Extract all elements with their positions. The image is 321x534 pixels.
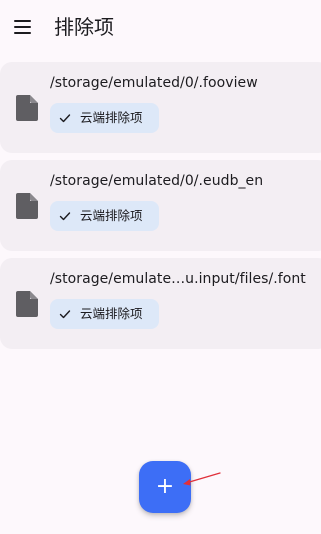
chip-label: 云端排除项 [80,110,143,125]
file-icon [16,291,38,317]
check-icon [59,114,71,123]
cloud-exclusion-chip[interactable]: 云端排除项 [50,201,159,231]
check-icon [59,310,71,319]
cloud-exclusion-chip[interactable]: 云端排除项 [50,103,159,133]
top-app-bar: 排除项 [0,0,321,56]
menu-icon-line [14,32,31,34]
file-icon [16,193,38,219]
menu-icon[interactable] [13,18,33,36]
page-title: 排除项 [54,15,114,39]
exclusion-path: /storage/emulated/0/.eudb_en [50,173,264,189]
menu-icon-line [14,26,31,28]
file-icon [16,95,38,121]
exclusion-path: /storage/emulate…u.input/files/.font [50,271,306,287]
check-icon [59,212,71,221]
chip-label: 云端排除项 [80,306,143,321]
plus-icon: + [155,474,175,499]
cloud-exclusion-chip[interactable]: 云端排除项 [50,299,159,329]
exclusion-item[interactable]: /storage/emulated/0/.eudb_en 云端排除项 [0,160,321,251]
exclusion-item[interactable]: /storage/emulated/0/.fooview 云端排除项 [0,62,321,153]
chip-label: 云端排除项 [80,208,143,223]
menu-icon-line [14,20,31,22]
exclusion-item[interactable]: /storage/emulate…u.input/files/.font 云端排… [0,258,321,349]
annotation-arrow-icon [183,472,221,486]
exclusion-path: /storage/emulated/0/.fooview [50,75,258,91]
